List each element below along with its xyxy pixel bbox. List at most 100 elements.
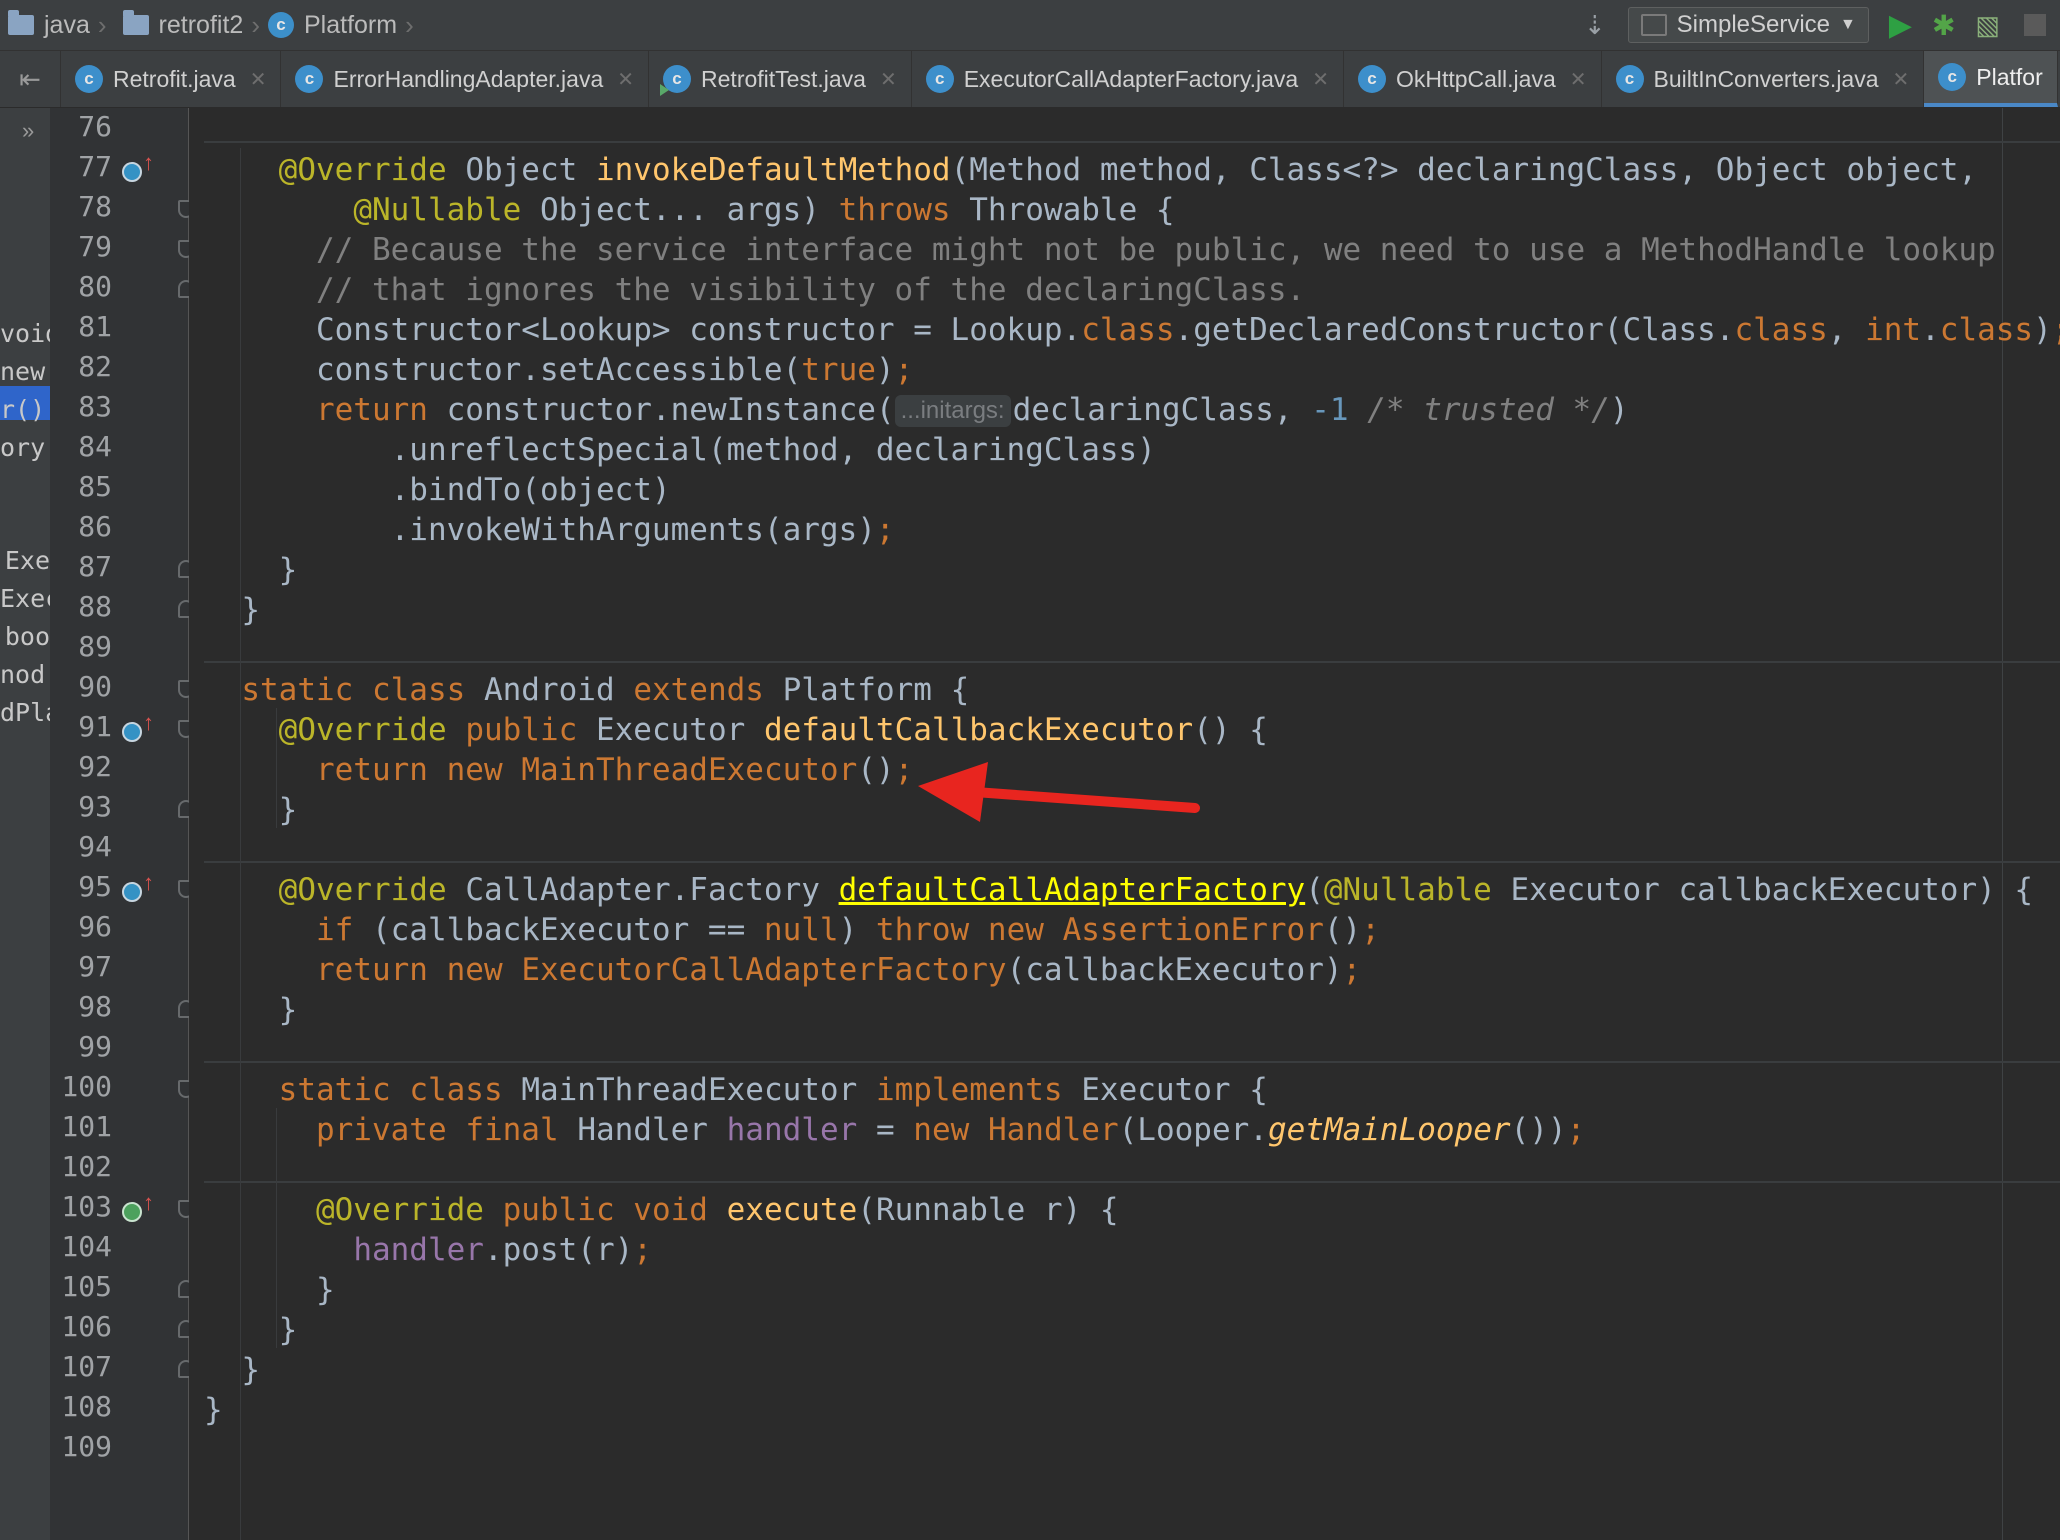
implements-icon[interactable] — [122, 1202, 142, 1222]
code-token: -1 — [1311, 392, 1349, 428]
code-token: ) — [838, 912, 876, 948]
breadcrumb-platform[interactable]: c Platform › — [267, 0, 422, 50]
override-icon[interactable] — [122, 882, 142, 902]
code-token: constructor.setAccessible( — [315, 352, 802, 388]
breadcrumb-retrofit2[interactable]: retrofit2 › — [115, 0, 268, 50]
code-token: public — [465, 712, 578, 748]
override-icon[interactable] — [122, 162, 142, 182]
tab-retrofittest-java[interactable]: c RetrofitTest.java ✕ — [649, 51, 912, 107]
code-line[interactable]: } — [204, 1310, 298, 1350]
breadcrumb-java[interactable]: java › — [0, 0, 115, 50]
stop-icon[interactable] — [2024, 14, 2046, 36]
code-editor[interactable]: @Override Object invokeDefaultMethod(Met… — [189, 108, 2060, 1540]
line-number: 84 — [78, 430, 112, 463]
close-icon[interactable]: ✕ — [1570, 67, 1587, 92]
run-icon[interactable]: ▶ — [1889, 8, 1912, 43]
run-configuration-select[interactable]: SimpleService ▼ — [1627, 7, 1869, 43]
code-token: AssertionError — [1062, 912, 1324, 948]
tab-builtinconverters-java[interactable]: c BuiltInConverters.java ✕ — [1602, 51, 1925, 107]
code-token: null — [763, 912, 839, 948]
code-token: private — [315, 1112, 447, 1148]
code-token: new — [987, 912, 1044, 948]
method-separator — [204, 1181, 2060, 1183]
tab-label: BuiltInConverters.java — [1653, 65, 1879, 92]
code-token: execute — [726, 1192, 858, 1228]
code-token: void — [633, 1192, 708, 1228]
code-token: declaringClass, — [1012, 392, 1312, 428]
code-line[interactable]: } — [204, 1390, 223, 1430]
code-line[interactable]: @Override CallAdapter.Factory defaultCal… — [204, 870, 2033, 910]
code-line[interactable]: static class Android extends Platform { — [204, 670, 969, 710]
code-line[interactable]: // Because the service interface might n… — [204, 230, 1996, 270]
close-icon[interactable]: ✕ — [1312, 67, 1329, 92]
close-icon[interactable]: ✕ — [1893, 67, 1910, 92]
code-token: CallAdapter.Factory — [465, 872, 820, 908]
breadcrumb-separator: › — [251, 9, 260, 40]
code-line[interactable]: } — [204, 590, 260, 630]
code-line[interactable]: } — [204, 990, 298, 1030]
code-token: new — [446, 752, 503, 788]
project-tree-item[interactable]: Exec — [0, 584, 50, 613]
project-tree-item[interactable]: dPlat — [0, 698, 50, 727]
code-token: , — [1827, 312, 1866, 348]
tab-errorhandlingadapter-java[interactable]: c ErrorHandlingAdapter.java ✕ — [281, 51, 650, 107]
project-tree-item[interactable]: void — [0, 319, 50, 348]
project-tree-item[interactable]: Exe — [0, 546, 50, 575]
tab-retrofit-java[interactable]: c Retrofit.java ✕ — [61, 51, 282, 107]
code-line[interactable]: return new MainThreadExecutor(); — [204, 750, 913, 790]
code-token: class — [1939, 312, 2034, 348]
code-line[interactable]: private final Handler handler = new Hand… — [204, 1110, 1585, 1150]
line-number: 92 — [78, 750, 112, 783]
code-token: } — [204, 1392, 223, 1428]
coverage-icon[interactable]: ▧ — [1975, 10, 2000, 41]
code-token: new — [446, 952, 503, 988]
project-tree-item[interactable]: ory(E — [0, 433, 50, 462]
code-token: ) — [875, 352, 895, 388]
debug-icon[interactable]: ✱ — [1932, 9, 1955, 42]
code-line[interactable]: .invokeWithArguments(args); — [204, 510, 895, 550]
override-icon[interactable] — [122, 722, 142, 742]
close-icon[interactable]: ✕ — [617, 67, 634, 92]
tab-platform-java[interactable]: c Platfor — [1924, 51, 2058, 107]
code-line[interactable]: handler.post(r); — [204, 1230, 652, 1270]
code-line[interactable]: } — [204, 550, 298, 590]
project-tree-item[interactable]: r(): I — [0, 395, 50, 424]
breadcrumb-separator: › — [405, 9, 414, 40]
method-separator — [204, 141, 2060, 143]
expand-icon[interactable]: » — [22, 118, 34, 144]
sort-icon[interactable]: ⇣ — [1584, 10, 1606, 41]
code-token: getMainLooper — [1267, 1112, 1511, 1148]
line-number: 105 — [61, 1270, 112, 1303]
code-line[interactable]: // that ignores the visibility of the de… — [204, 270, 1305, 310]
code-line[interactable]: @Override Object invokeDefaultMethod(Met… — [204, 150, 1977, 190]
tab-okhttpcall-java[interactable]: c OkHttpCall.java ✕ — [1344, 51, 1602, 107]
code-line[interactable]: return new ExecutorCallAdapterFactory(ca… — [204, 950, 1361, 990]
code-token: true — [801, 352, 876, 388]
code-line[interactable]: } — [204, 790, 298, 830]
code-line[interactable]: Constructor<Lookup> constructor = Lookup… — [204, 310, 2060, 350]
code-line[interactable]: @Nullable Object... args) throws Throwab… — [204, 190, 1174, 230]
project-tree-item[interactable]: boo — [0, 622, 50, 651]
code-line[interactable]: if (callbackExecutor == null) throw new … — [204, 910, 1380, 950]
line-number: 93 — [78, 790, 112, 823]
project-tree-item[interactable]: new I — [0, 357, 50, 386]
code-line[interactable]: return constructor.newInstance(...initar… — [204, 390, 1629, 430]
code-line[interactable]: @Override public void execute(Runnable r… — [204, 1190, 1119, 1230]
code-line[interactable]: } — [204, 1270, 335, 1310]
code-line[interactable]: @Override public Executor defaultCallbac… — [204, 710, 1268, 750]
line-number: 82 — [78, 350, 112, 383]
code-token: static — [241, 672, 354, 708]
tab-executorcalladapterfactory-java[interactable]: c ExecutorCallAdapterFactory.java ✕ — [912, 51, 1344, 107]
code-line[interactable]: .unreflectSpecial(method, declaringClass… — [204, 430, 1156, 470]
collapse-tabs-icon[interactable]: ⇤ — [0, 51, 61, 107]
close-icon[interactable]: ✕ — [250, 67, 267, 92]
code-line[interactable]: } — [204, 1350, 260, 1390]
code-line[interactable]: constructor.setAccessible(true); — [204, 350, 913, 390]
line-number: 88 — [78, 590, 112, 623]
project-tree-item[interactable]: nod, — [0, 660, 50, 689]
close-icon[interactable]: ✕ — [880, 67, 897, 92]
code-token: (callbackExecutor) — [1006, 952, 1343, 988]
code-token: (callbackExecutor == — [353, 912, 764, 948]
code-line[interactable]: static class MainThreadExecutor implemen… — [204, 1070, 1268, 1110]
code-line[interactable]: .bindTo(object) — [204, 470, 671, 510]
